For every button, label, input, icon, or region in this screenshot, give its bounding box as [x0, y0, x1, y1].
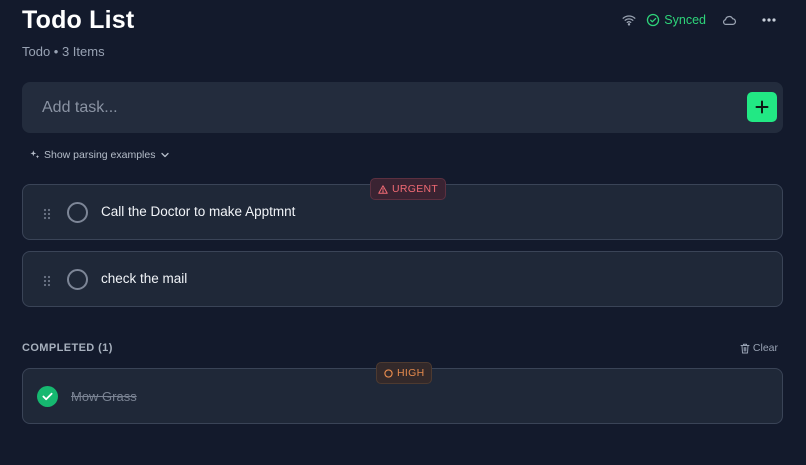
task-item[interactable]: check the mail: [22, 251, 783, 307]
task-item[interactable]: Call the Doctor to make Apptmnt URGENT: [22, 178, 783, 240]
priority-label: HIGH: [397, 367, 425, 379]
trash-icon: [740, 343, 750, 354]
parsing-toggle-label: Show parsing examples: [44, 149, 156, 161]
check-circle-icon: [646, 13, 660, 27]
priority-label: URGENT: [392, 183, 439, 195]
priority-badge-urgent: URGENT: [370, 178, 447, 200]
header-actions: Synced: [620, 10, 778, 30]
add-task-button[interactable]: [747, 92, 777, 122]
drag-handle-icon[interactable]: [43, 207, 51, 220]
completed-task-text: Mow Grass: [71, 389, 137, 404]
task-text: Call the Doctor to make Apptmnt: [101, 204, 296, 219]
task-text: check the mail: [101, 271, 188, 286]
task-checkbox[interactable]: [67, 269, 88, 290]
page-title: Todo List: [22, 6, 135, 34]
more-horizontal-icon[interactable]: [760, 11, 778, 29]
chevron-down-icon: [161, 152, 170, 158]
completed-task-item[interactable]: Mow Grass HIGH: [22, 362, 783, 424]
add-task-input[interactable]: [22, 82, 722, 133]
priority-badge-high: HIGH: [376, 362, 433, 384]
clear-label: Clear: [752, 342, 778, 354]
plus-icon: [755, 100, 769, 114]
warning-triangle-icon: [378, 184, 388, 194]
todo-app: Todo List Todo • 3 Items Synced Add task…: [0, 0, 806, 465]
check-icon: [42, 392, 53, 401]
add-task-bar: [22, 82, 783, 133]
sync-label: Synced: [664, 13, 706, 27]
task-checkbox[interactable]: [67, 202, 88, 223]
show-parsing-examples-toggle[interactable]: Show parsing examples: [30, 148, 170, 162]
clear-completed-button[interactable]: Clear: [740, 341, 778, 355]
sync-status: Synced: [646, 13, 706, 27]
sparkles-icon: [30, 150, 40, 160]
circle-icon: [384, 368, 393, 378]
cloud-icon[interactable]: [720, 11, 738, 29]
completed-heading: COMPLETED (1): [22, 342, 113, 354]
page-subtitle: Todo • 3 Items: [22, 44, 105, 59]
drag-handle-icon[interactable]: [43, 274, 51, 287]
completed-checkbox[interactable]: [37, 386, 58, 407]
wifi-icon: [620, 11, 638, 29]
